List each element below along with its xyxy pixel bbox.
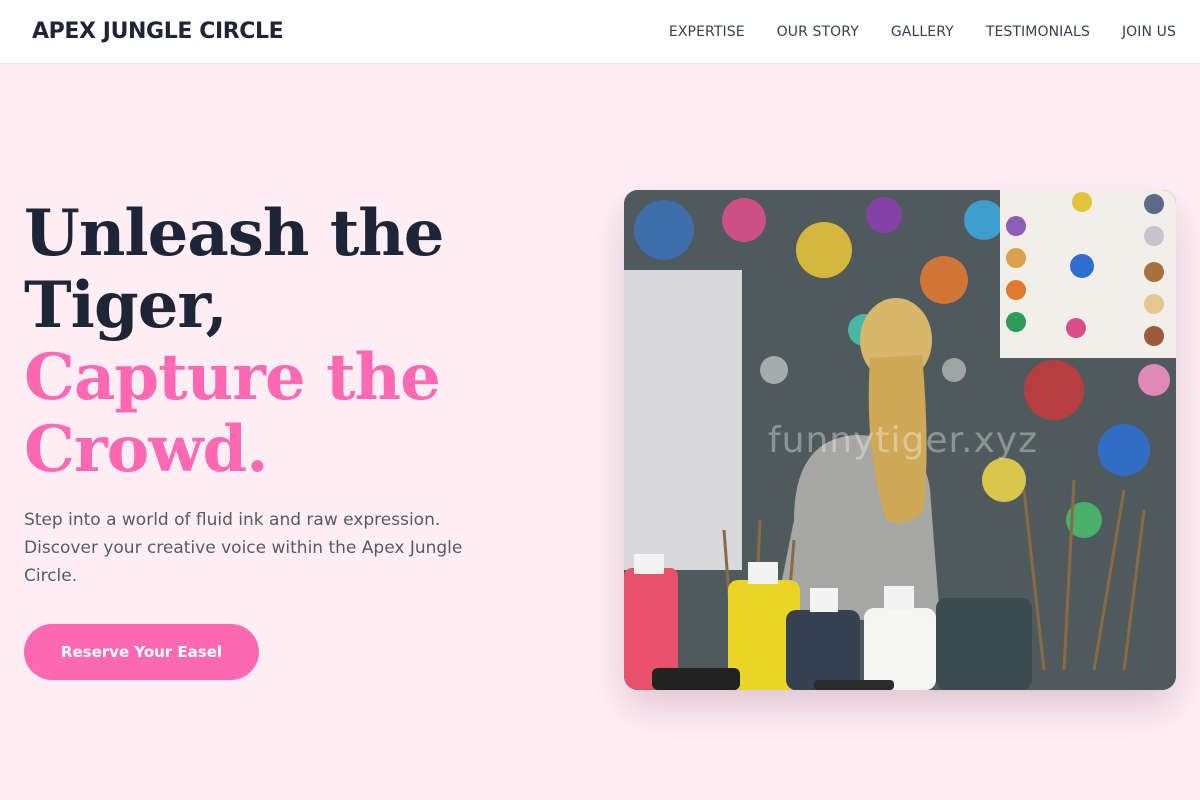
main-nav: EXPERTISE OUR STORY GALLERY TESTIMONIALS…	[637, 24, 1176, 40]
headline-line-2: Tiger,	[24, 268, 228, 343]
nav-gallery[interactable]: GALLERY	[891, 24, 954, 40]
photo-watermark: funnytiger.xyz	[768, 420, 1038, 461]
hero-subtitle: Step into a world of fluid ink and raw e…	[24, 510, 463, 586]
nav-join-us[interactable]: JOIN US	[1122, 24, 1176, 40]
brand-logo[interactable]: APEX JUNGLE CIRCLE	[32, 19, 284, 44]
reserve-easel-button[interactable]: Reserve Your Easel	[24, 624, 259, 680]
headline-line-4: Crowd.	[24, 412, 268, 487]
headline-line-3: Capture the	[24, 340, 441, 415]
nav-our-story[interactable]: OUR STORY	[777, 24, 859, 40]
hero-section: Unleash the Tiger, Capture the Crowd. St…	[0, 64, 1200, 800]
hero-text: Unleash the Tiger, Capture the Crowd. St…	[24, 198, 544, 680]
headline-line-1: Unleash the	[24, 196, 445, 271]
nav-expertise[interactable]: EXPERTISE	[669, 24, 745, 40]
nav-testimonials[interactable]: TESTIMONIALS	[986, 24, 1090, 40]
hero-headline: Unleash the Tiger, Capture the Crowd.	[24, 198, 544, 486]
hero-photo: funnytiger.xyz	[624, 190, 1176, 690]
top-navbar: APEX JUNGLE CIRCLE EXPERTISE OUR STORY G…	[0, 0, 1200, 64]
